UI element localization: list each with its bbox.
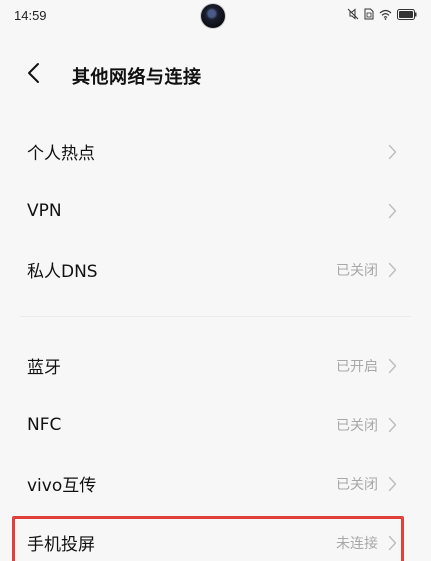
row-value: 已关闭 [336, 417, 378, 434]
row-label: NFC [27, 414, 62, 435]
row-right: 已关闭 [336, 474, 397, 494]
row-label: 私人DNS [27, 262, 98, 282]
settings-row-hotspot[interactable]: 个人热点 [0, 122, 431, 181]
status-icons [347, 8, 417, 20]
settings-group-2: 蓝牙 已开启 NFC 已关闭 vivo互传 已关闭 手机投屏 未连接 [0, 336, 431, 561]
mute-icon [347, 8, 359, 20]
row-right: 已关闭 [336, 260, 397, 280]
settings-row-private-dns[interactable]: 私人DNS 已关闭 [0, 240, 431, 299]
row-label: 蓝牙 [27, 358, 61, 378]
settings-group-1: 个人热点 VPN 私人DNS 已关闭 [0, 122, 431, 299]
row-label: 手机投屏 [27, 535, 95, 555]
settings-screen: 14:59 其他网络与连接 个人热点 VPN 私人DNS 已关闭 蓝牙 已开启 … [0, 0, 431, 561]
row-value: 已关闭 [336, 476, 378, 493]
status-time: 14:59 [14, 8, 47, 23]
row-right: 已开启 [336, 356, 397, 376]
row-label: 个人热点 [27, 144, 95, 164]
row-label: vivo互传 [27, 476, 97, 496]
status-bar: 14:59 [0, 0, 431, 32]
back-button[interactable] [26, 58, 56, 92]
sim-icon [364, 8, 374, 20]
chevron-right-icon [388, 358, 397, 374]
settings-row-screen-cast[interactable]: 手机投屏 未连接 [0, 513, 431, 561]
row-right [388, 203, 397, 219]
battery-icon [397, 8, 417, 20]
row-right: 未连接 [336, 533, 397, 553]
settings-row-bluetooth[interactable]: 蓝牙 已开启 [0, 336, 431, 395]
row-right: 已关闭 [336, 415, 397, 435]
page-title: 其他网络与连接 [72, 67, 202, 88]
header: 其他网络与连接 [0, 50, 431, 100]
row-right [388, 144, 397, 160]
wifi-icon [379, 9, 392, 20]
chevron-right-icon [388, 476, 397, 492]
chevron-right-icon [388, 535, 397, 551]
chevron-right-icon [388, 262, 397, 278]
group-divider [20, 316, 411, 317]
settings-row-nfc[interactable]: NFC 已关闭 [0, 395, 431, 454]
chevron-right-icon [388, 203, 397, 219]
settings-row-vivo-share[interactable]: vivo互传 已关闭 [0, 454, 431, 513]
settings-row-vpn[interactable]: VPN [0, 181, 431, 240]
row-value: 已开启 [336, 358, 378, 375]
row-value: 未连接 [336, 535, 378, 552]
chevron-right-icon [388, 417, 397, 433]
chevron-right-icon [388, 144, 397, 160]
chevron-left-icon [26, 62, 40, 88]
front-camera [201, 4, 225, 28]
row-label: VPN [27, 200, 62, 221]
row-value: 已关闭 [336, 262, 378, 279]
